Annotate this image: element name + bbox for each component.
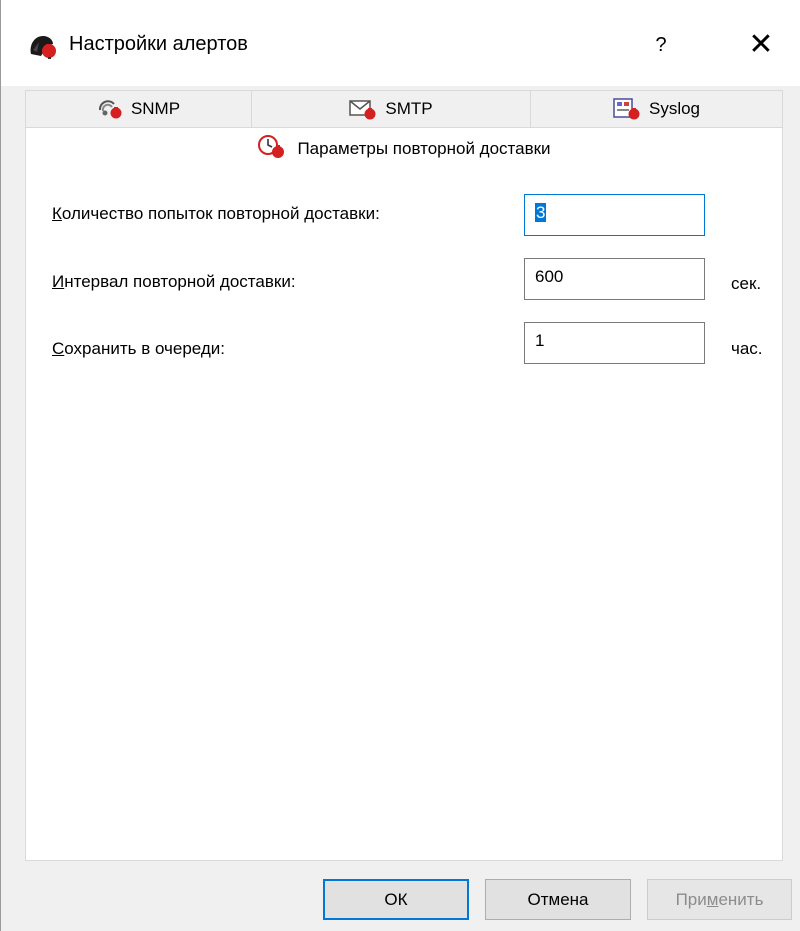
help-button[interactable]: ?: [641, 28, 681, 62]
tab-syslog[interactable]: Syslog: [530, 90, 783, 127]
queue-keep-label-mnemonic: С: [52, 339, 65, 358]
alert-settings-dialog: Настройки алертов ? ✕ SNMP SMTP Syslog П…: [0, 0, 800, 931]
apply-button[interactable]: Применить: [647, 879, 792, 920]
retry-count-label-text: оличество попыток повторной доставки:: [61, 204, 380, 223]
tab-syslog-label: Syslog: [648, 99, 701, 118]
queue-keep-label-text: охранить в очереди:: [64, 339, 226, 358]
snmp-icon: [97, 98, 123, 120]
title-bar: Настройки алертов ? ✕: [1, 0, 800, 86]
queue-keep-value: 1: [535, 331, 545, 350]
tab-snmp[interactable]: SNMP: [25, 90, 252, 127]
tab-smtp[interactable]: SMTP: [251, 90, 531, 127]
close-button[interactable]: ✕: [741, 26, 781, 64]
syslog-icon: [613, 98, 641, 120]
retry-interval-label: Интервал повторной доставки:: [52, 272, 296, 292]
tab-panel: Параметры повторной доставки Количество …: [25, 127, 783, 861]
apply-label-mnemonic: м: [706, 890, 719, 909]
apply-label-post: енить: [718, 890, 764, 909]
mail-icon: [349, 98, 377, 120]
tab-smtp-label: SMTP: [385, 99, 433, 118]
queue-keep-input[interactable]: 1: [524, 322, 705, 364]
retry-interval-label-text: нтервал повторной доставки:: [64, 272, 296, 291]
apply-label-pre: При: [675, 890, 707, 909]
tab-retry-delivery[interactable]: Параметры повторной доставки: [26, 128, 782, 170]
retry-count-input[interactable]: 3: [524, 194, 705, 236]
app-icon: [27, 30, 59, 60]
queue-keep-unit: час.: [731, 339, 763, 358]
tab-strip: SNMP SMTP Syslog: [25, 90, 783, 128]
window-title: Настройки алертов: [69, 33, 248, 55]
retry-interval-label-mnemonic: И: [52, 272, 65, 291]
ok-button[interactable]: ОК: [323, 879, 469, 920]
tab-snmp-label: SNMP: [130, 99, 181, 118]
retry-interval-value: 600: [535, 267, 564, 286]
cancel-button[interactable]: Отмена: [485, 879, 631, 920]
retry-count-value: 3: [535, 203, 547, 222]
queue-keep-label: Сохранить в очереди:: [52, 339, 225, 359]
retry-interval-input[interactable]: 600: [524, 258, 705, 300]
clock-icon: [257, 134, 287, 165]
retry-count-label: Количество попыток повторной доставки:: [52, 204, 380, 224]
retry-interval-unit: сек.: [731, 274, 762, 293]
tab-retry-delivery-label: Параметры повторной доставки: [297, 139, 551, 158]
retry-count-label-mnemonic: К: [52, 204, 62, 223]
